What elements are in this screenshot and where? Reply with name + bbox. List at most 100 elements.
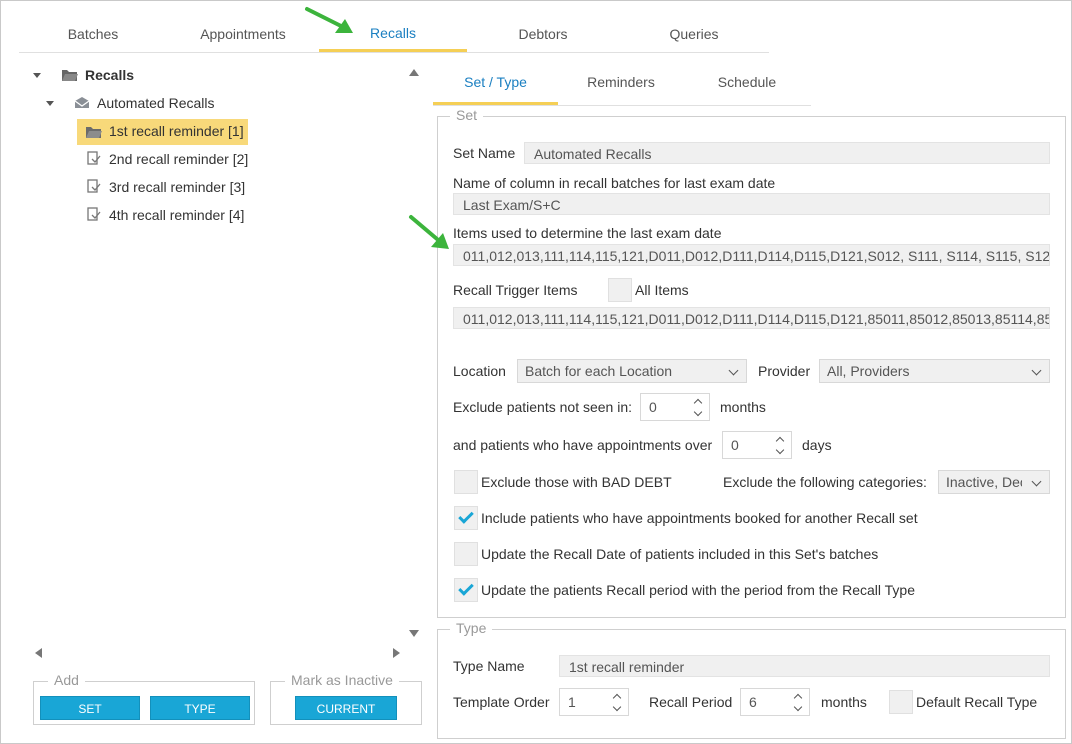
tab-debtors[interactable]: Debtors — [467, 15, 619, 53]
type-name-label: Type Name — [453, 658, 525, 674]
tree-root-recalls[interactable]: Recalls — [85, 63, 134, 87]
recall-set-icon — [74, 97, 90, 108]
all-items-label: All Items — [635, 282, 689, 298]
tab-batches[interactable]: Batches — [19, 15, 167, 53]
update-recall-date-label: Update the Recall Date of patients inclu… — [481, 546, 879, 562]
stepper-down-icon[interactable] — [775, 445, 785, 455]
chevron-down-icon — [1031, 365, 1042, 376]
exclude-not-seen-value: 0 — [649, 399, 657, 415]
stepper-down-icon[interactable] — [693, 407, 703, 417]
add-group-legend: Add — [48, 672, 85, 688]
tab-set-type[interactable]: Set / Type — [433, 61, 558, 105]
annotation-arrow-icon — [409, 215, 449, 249]
set-name-label: Set Name — [453, 145, 516, 161]
update-recall-date-checkbox[interactable] — [454, 542, 478, 566]
recall-period-value: 6 — [749, 694, 757, 710]
scroll-right-arrow-icon[interactable] — [393, 648, 400, 658]
exclude-categories-select[interactable]: Inactive, Deceased — [938, 470, 1050, 494]
exclude-not-seen-stepper[interactable]: 0 — [640, 393, 710, 421]
trigger-items-field[interactable]: 011,012,013,111,114,115,121,D011,D012,D1… — [453, 307, 1050, 329]
exam-items-field[interactable]: 011,012,013,111,114,115,121,D011,D012,D1… — [453, 244, 1050, 266]
exclude-categories-value: Inactive, Deceased — [946, 474, 1022, 490]
recall-period-months-label: months — [821, 694, 867, 710]
location-label: Location — [453, 363, 506, 379]
type-group: Type — [437, 620, 1066, 739]
location-select[interactable]: Batch for each Location — [517, 359, 747, 383]
tree-set-automated-recalls[interactable]: Automated Recalls — [97, 91, 215, 115]
recall-document-icon — [87, 151, 101, 165]
chevron-down-icon — [728, 365, 739, 376]
top-tab-bar: Batches Appointments Recalls Debtors Que… — [19, 15, 769, 53]
tab-appointments[interactable]: Appointments — [167, 15, 319, 53]
tree-item-1st-recall[interactable]: 1st recall reminder [1] — [77, 119, 248, 145]
provider-select-value: All, Providers — [827, 363, 910, 379]
provider-select[interactable]: All, Providers — [819, 359, 1050, 383]
template-order-stepper[interactable]: 1 — [559, 688, 629, 716]
scroll-up-arrow-icon[interactable] — [409, 69, 419, 76]
days-label: days — [802, 437, 832, 453]
stepper-up-icon[interactable] — [612, 693, 622, 703]
folder-open-icon — [62, 70, 78, 81]
location-select-value: Batch for each Location — [525, 363, 673, 379]
recall-period-label: Recall Period — [649, 694, 733, 710]
tree-item-2nd-recall[interactable]: 2nd recall reminder [2] — [109, 147, 248, 171]
bad-debt-checkbox[interactable] — [454, 470, 478, 494]
add-group: Add SET TYPE — [33, 672, 255, 725]
recall-document-icon — [87, 207, 101, 221]
appointments-over-stepper[interactable]: 0 — [722, 431, 792, 459]
scroll-down-arrow-icon[interactable] — [409, 630, 419, 637]
stepper-down-icon[interactable] — [793, 702, 803, 712]
recall-period-stepper[interactable]: 6 — [740, 688, 810, 716]
tree-item-4th-recall[interactable]: 4th recall reminder [4] — [109, 203, 244, 227]
last-exam-column-label: Name of column in recall batches for las… — [453, 175, 776, 191]
recall-settings-window: Batches Appointments Recalls Debtors Que… — [0, 0, 1072, 744]
months-label: months — [720, 399, 766, 415]
scroll-left-arrow-icon[interactable] — [35, 648, 42, 658]
add-set-button[interactable]: SET — [40, 696, 140, 720]
default-recall-type-checkbox[interactable] — [889, 690, 913, 714]
add-type-button[interactable]: TYPE — [150, 696, 250, 720]
set-group-legend: Set — [450, 107, 484, 123]
tab-queries[interactable]: Queries — [619, 15, 769, 53]
mark-current-inactive-button[interactable]: CURRENT — [295, 696, 397, 720]
appointments-over-label: and patients who have appointments over — [453, 437, 713, 453]
tree-item-3rd-recall[interactable]: 3rd recall reminder [3] — [109, 175, 245, 199]
exam-items-label: Items used to determine the last exam da… — [453, 225, 722, 241]
template-order-value: 1 — [568, 694, 576, 710]
appointments-over-value: 0 — [731, 437, 739, 453]
expand-caret-icon[interactable] — [33, 73, 41, 78]
tab-reminders[interactable]: Reminders — [558, 61, 684, 105]
type-group-legend: Type — [450, 620, 493, 636]
include-booked-label: Include patients who have appointments b… — [481, 510, 918, 526]
tree-item-label: 1st recall reminder [1] — [109, 123, 244, 139]
stepper-up-icon[interactable] — [775, 436, 785, 446]
set-name-field[interactable]: Automated Recalls — [524, 142, 1050, 164]
default-recall-type-label: Default Recall Type — [916, 694, 1038, 710]
all-items-checkbox[interactable] — [608, 278, 632, 302]
update-recall-period-checkbox[interactable] — [454, 578, 478, 602]
type-name-field[interactable]: 1st recall reminder — [559, 655, 1050, 677]
chevron-down-icon — [1031, 476, 1042, 487]
stepper-down-icon[interactable] — [612, 702, 622, 712]
exclude-categories-label: Exclude the following categories: — [723, 474, 927, 490]
trigger-items-label: Recall Trigger Items — [453, 282, 578, 298]
tab-schedule[interactable]: Schedule — [684, 61, 810, 105]
checkmark-icon — [458, 580, 474, 596]
last-exam-column-field[interactable]: Last Exam/S+C — [453, 193, 1050, 215]
recall-document-icon — [87, 179, 101, 193]
folder-open-icon — [86, 127, 102, 138]
stepper-up-icon[interactable] — [693, 398, 703, 408]
mark-inactive-group: Mark as Inactive CURRENT — [270, 672, 422, 725]
bad-debt-label: Exclude those with BAD DEBT — [481, 474, 672, 490]
sub-tab-divider — [433, 105, 811, 106]
provider-label: Provider — [758, 363, 811, 379]
annotation-arrow-icon — [305, 7, 353, 33]
update-recall-period-label: Update the patients Recall period with t… — [481, 582, 915, 598]
stepper-up-icon[interactable] — [793, 693, 803, 703]
include-booked-checkbox[interactable] — [454, 506, 478, 530]
exclude-not-seen-label: Exclude patients not seen in: — [453, 399, 633, 415]
checkmark-icon — [458, 508, 474, 524]
expand-caret-icon[interactable] — [46, 101, 54, 106]
template-order-label: Template Order — [453, 694, 550, 710]
mark-inactive-legend: Mark as Inactive — [285, 672, 399, 688]
